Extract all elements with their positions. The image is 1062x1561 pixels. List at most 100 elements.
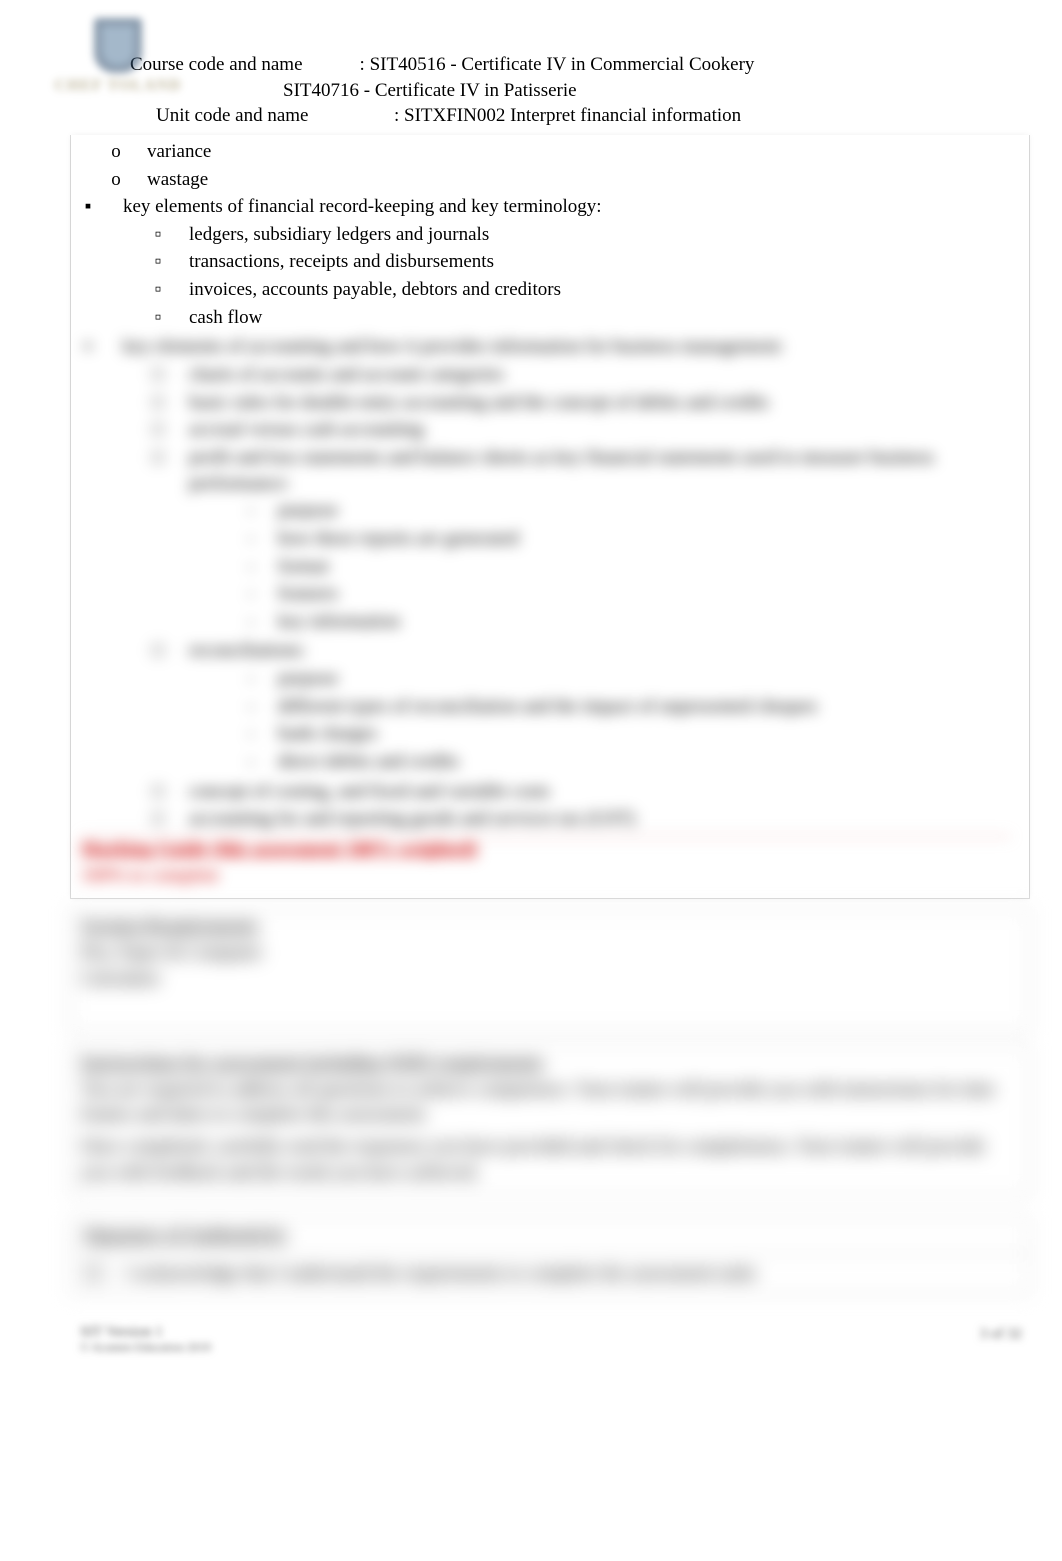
marking-heading-text: Marking Guide (this assessment 100% weig…: [81, 839, 477, 860]
box-marker: ▫︎: [151, 249, 165, 275]
box-marker: □: [151, 638, 165, 776]
list-text: features: [278, 581, 1011, 607]
list-text: charts of accounts and account categorie…: [189, 362, 1011, 388]
dash-marker: -: [244, 721, 258, 747]
session-line: Pen, Paper & Computer: [81, 940, 1015, 966]
dash-marker: -: [244, 749, 258, 775]
page-footer: SIT Version 1 © Acumen Education 2019 3 …: [80, 1324, 1022, 1355]
square-marker: ▪︎: [81, 334, 95, 834]
signature-heading: Signature of Authenticity: [83, 1225, 287, 1246]
marking-heading: Marking Guide (this assessment 100% weig…: [81, 837, 1011, 863]
dash-marker: -: [244, 554, 258, 580]
top-list: ▪︎ key elements of financial record-keep…: [81, 194, 1011, 834]
instructions-line: Once completed, carefully read the respo…: [81, 1134, 1015, 1185]
course-value-1: SIT40516 - Certificate IV in Commercial …: [370, 54, 755, 75]
dash-marker: -: [244, 498, 258, 524]
instructions-box: Instructions for assessment including WH…: [70, 1046, 1030, 1196]
unit-line: Unit code and name : SITXFIN002 Interpre…: [0, 103, 1062, 129]
list-text: different types of reconciliation and th…: [278, 694, 1011, 720]
list-item: □ reconciliations: -purpose -different t…: [151, 638, 1011, 776]
list-item: □ accrual versus cash accounting: [151, 417, 1011, 443]
list-text: transactions, receipts and disbursements: [189, 249, 1011, 275]
list-item: □ basic rules for double-entry accounting…: [151, 390, 1011, 416]
content-box: o variance o wastage ▪︎ key elements of fi…: [70, 135, 1030, 899]
list-item: ▫︎ transactions, receipts and disbursemen…: [151, 249, 1011, 275]
list-text: ledgers, subsidiary ledgers and journals: [189, 222, 1011, 248]
footer-version: SIT Version 1: [80, 1324, 211, 1341]
list-item: o variance: [109, 139, 1011, 165]
dash-marker: -: [244, 609, 258, 635]
list-text: purpose: [278, 666, 1011, 692]
list-text: accrual versus cash accounting: [189, 417, 1011, 443]
list-text: variance: [147, 139, 1011, 165]
footer-copyright: © Acumen Education 2019: [80, 1341, 211, 1355]
dash-marker: -: [244, 581, 258, 607]
list-text: key information: [278, 609, 1011, 635]
list-item: ▫︎ ledgers, subsidiary ledgers and journa…: [151, 222, 1011, 248]
list-item: ▫︎ invoices, accounts payable, debtors an…: [151, 277, 1011, 303]
list-item: ▫︎cash flow: [151, 305, 1011, 331]
square-marker: ▪︎: [81, 194, 95, 332]
box-marker: ▫︎: [151, 277, 165, 303]
list-text: reconciliations:: [189, 640, 306, 661]
shield-icon: [94, 18, 142, 73]
list-item: □concept of costing, and fixed and varia…: [151, 779, 1011, 805]
list-text: invoices, accounts payable, debtors and …: [189, 277, 1011, 303]
list-item: -purpose: [244, 498, 1011, 524]
list-item: -key information: [244, 609, 1011, 635]
footer-page-number: 3 of 32: [980, 1324, 1023, 1355]
box-marker: ▫︎: [151, 222, 165, 248]
list-item: -how these reports are generated: [244, 526, 1011, 552]
instructions-line: You are required to address all question…: [81, 1077, 1015, 1128]
list-item: -different types of reconciliation and t…: [244, 694, 1011, 720]
box-marker: □: [151, 445, 165, 636]
list-item: □ charts of accounts and account categori…: [151, 362, 1011, 388]
list-text: profit and loss statements and balance s…: [189, 447, 934, 494]
unit-label: Unit code and name: [156, 105, 308, 126]
list-text: basic rules for double-entry accounting …: [189, 390, 1011, 416]
box-marker: □: [151, 390, 165, 416]
list-text: format: [278, 554, 1011, 580]
sub-sub-list: -purpose -different types of reconciliat…: [189, 666, 1011, 775]
sub-sub-list: -purpose -how these reports are generate…: [189, 498, 1011, 634]
course-sep: :: [360, 54, 365, 75]
box-marker: □: [151, 417, 165, 443]
session-line: Calculator: [81, 966, 1015, 992]
signature-box: Signature of Authenticity ☐ I acknowledg…: [70, 1218, 1030, 1293]
o-marker: o: [109, 139, 123, 165]
list-text: accounting for and reporting goods and s…: [189, 806, 1011, 832]
list-item: -bank charges: [244, 721, 1011, 747]
checkbox-cell: ☐: [71, 1259, 117, 1289]
dash-marker: -: [244, 694, 258, 720]
unit-sep: :: [394, 105, 399, 126]
session-requirements-box: Session Requirements Pen, Paper & Comput…: [70, 909, 1030, 1032]
list-item: -direct debits and credits: [244, 749, 1011, 775]
list-item: □ profit and loss statements and balance…: [151, 445, 1011, 636]
sub-list-o: o variance o wastage: [81, 139, 1011, 192]
list-text: how these reports are generated: [278, 526, 1011, 552]
signature-row: ☐ I acknowledge that I understand the re…: [71, 1254, 1029, 1293]
sub-list-square: ▫︎ ledgers, subsidiary ledgers and journa…: [123, 222, 1011, 331]
signature-heading-row: Signature of Authenticity: [71, 1219, 1029, 1254]
signature-text: I acknowledge that I understand the requ…: [117, 1259, 1029, 1289]
unit-value: SITXFIN002 Interpret financial informati…: [404, 105, 741, 126]
list-item: o wastage: [109, 167, 1011, 193]
list-text: wastage: [147, 167, 1011, 193]
box-marker: □: [151, 806, 165, 832]
list-item-blurred: ▪︎ key elements of accounting and how it…: [81, 334, 1011, 834]
list-item: □ accounting for and reporting goods and …: [151, 806, 1011, 832]
brand-text: CHEF TOLAND: [38, 75, 198, 97]
list-item: ▪︎ key elements of financial record-keep…: [81, 194, 1011, 332]
list-item: -purpose: [244, 666, 1011, 692]
checkbox-icon: ☐: [84, 1259, 104, 1289]
dash-marker: -: [244, 666, 258, 692]
list-item: -features: [244, 581, 1011, 607]
box-marker: □: [151, 779, 165, 805]
o-marker: o: [109, 167, 123, 193]
brand-logo: CHEF TOLAND: [38, 18, 198, 93]
list-text: key elements of accounting and how it pr…: [123, 336, 784, 357]
box-marker: ▫︎: [151, 305, 165, 331]
box-marker: □: [151, 362, 165, 388]
list-text: purpose: [278, 498, 1011, 524]
list-text: bank charges: [278, 721, 1011, 747]
